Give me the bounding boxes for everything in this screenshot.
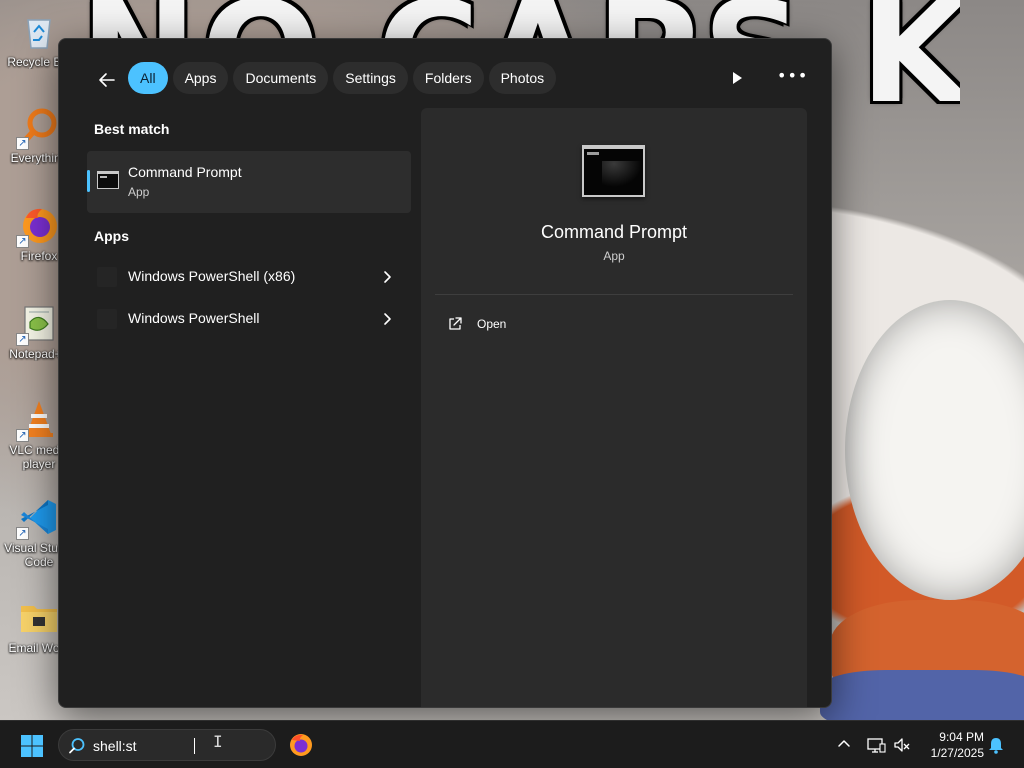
clock-date: 1/27/2025 <box>930 746 984 760</box>
clock-time: 9:04 PM <box>939 730 984 744</box>
play-icon <box>733 72 742 84</box>
start-search-panel: All Apps Documents Settings Folders Phot… <box>58 38 832 708</box>
command-prompt-large-icon <box>582 145 645 197</box>
open-external-icon <box>449 317 462 330</box>
notepad-plus-plus-icon: ↗ <box>16 302 60 346</box>
ibeam-cursor-icon: I <box>213 732 223 751</box>
filter-chip-all[interactable]: All <box>128 62 168 94</box>
shortcut-arrow-icon: ↗ <box>16 429 29 442</box>
network-icon <box>867 738 886 753</box>
wallpaper-glove-shape <box>845 300 1024 600</box>
detail-divider <box>435 294 793 295</box>
recycle-bin-icon <box>18 10 60 52</box>
firefox-icon: ↗ <box>16 204 60 248</box>
chevron-right-icon[interactable] <box>383 311 393 327</box>
app-result-label: Windows PowerShell <box>128 310 260 326</box>
search-filter-bar: All Apps Documents Settings Folders Phot… <box>128 62 557 94</box>
folder-icon <box>18 596 60 638</box>
shortcut-arrow-icon: ↗ <box>16 333 29 346</box>
shortcut-arrow-icon: ↗ <box>16 137 29 150</box>
volume-button[interactable] <box>892 735 912 755</box>
selection-accent-bar <box>87 170 90 192</box>
filter-chip-apps[interactable]: Apps <box>172 62 229 94</box>
open-action-label: Open <box>477 317 507 331</box>
text-caret <box>194 738 195 754</box>
shortcut-arrow-icon: ↗ <box>16 527 29 540</box>
powershell-icon <box>97 267 117 287</box>
more-dots-icon: ••• <box>777 66 809 85</box>
apps-heading: Apps <box>94 228 129 244</box>
best-match-heading: Best match <box>94 121 170 137</box>
start-button[interactable] <box>20 734 44 758</box>
filter-chip-folders[interactable]: Folders <box>412 62 484 94</box>
chevron-right-icon[interactable] <box>383 269 393 285</box>
best-match-command-prompt[interactable]: Command Prompt App <box>87 151 411 213</box>
taskbar: I 9:04 PM 1/27/2025 <box>0 720 1024 768</box>
chevron-up-icon <box>838 740 850 747</box>
best-match-subtitle: App <box>128 185 150 199</box>
app-result-powershell-x86[interactable]: Windows PowerShell (x86) <box>87 257 411 297</box>
app-result-label: Windows PowerShell (x86) <box>128 268 296 284</box>
back-button[interactable] <box>93 66 121 94</box>
detail-subtitle: App <box>603 249 625 263</box>
more-options-button[interactable]: ••• <box>777 66 809 89</box>
shortcut-arrow-icon: ↗ <box>16 235 29 248</box>
bell-icon <box>989 738 1003 754</box>
vscode-icon: ↗ <box>16 496 60 540</box>
detail-title: Command Prompt <box>540 222 688 242</box>
search-icon <box>69 738 85 754</box>
search-app-icon: ↗ <box>16 106 60 150</box>
best-match-title: Command Prompt <box>128 164 242 180</box>
filter-chip-documents[interactable]: Documents <box>233 62 329 94</box>
more-filters-play-button[interactable] <box>729 70 745 86</box>
filter-chip-photos[interactable]: Photos <box>488 62 557 94</box>
network-status-button[interactable] <box>866 735 886 755</box>
taskbar-search-box[interactable]: I <box>58 729 276 761</box>
system-clock[interactable]: 9:04 PM 1/27/2025 <box>918 729 984 761</box>
wallpaper-blue-shape <box>820 670 1024 720</box>
app-result-powershell[interactable]: Windows PowerShell <box>87 299 411 339</box>
taskbar-search-input[interactable] <box>93 736 263 756</box>
firefox-icon <box>290 734 312 756</box>
vlc-icon: ↗ <box>16 398 60 442</box>
result-detail-pane: Command Prompt App Open <box>421 108 807 707</box>
notifications-button[interactable] <box>988 736 1004 754</box>
taskbar-firefox-button[interactable] <box>288 732 314 758</box>
back-arrow-icon <box>99 73 115 87</box>
command-prompt-icon <box>97 171 119 189</box>
filter-chip-settings[interactable]: Settings <box>333 62 408 94</box>
show-hidden-icons-button[interactable] <box>836 736 852 752</box>
powershell-icon <box>97 309 117 329</box>
volume-muted-icon <box>894 738 910 752</box>
windows-logo-icon <box>21 735 43 757</box>
open-action-button[interactable]: Open <box>435 308 793 340</box>
